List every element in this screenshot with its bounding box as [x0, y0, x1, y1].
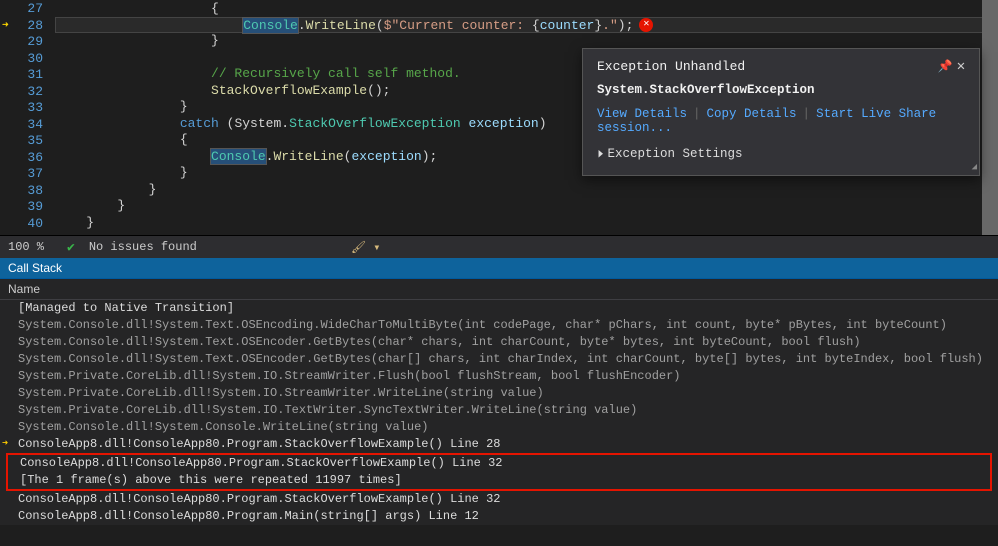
callstack-row[interactable]: ConsoleApp8.dll!ConsoleApp80.Program.Sta…: [8, 455, 990, 472]
exception-settings-toggle[interactable]: ▶Exception Settings: [597, 145, 965, 161]
callstack-column-header[interactable]: Name: [0, 279, 998, 300]
resize-grip-icon[interactable]: ◢: [972, 162, 975, 172]
callstack-row[interactable]: ➜ConsoleApp8.dll!ConsoleApp80.Program.St…: [0, 436, 998, 453]
callstack-row[interactable]: [Managed to Native Transition]: [0, 300, 998, 317]
callstack-row[interactable]: System.Console.dll!System.Text.OSEncodin…: [0, 317, 998, 334]
view-details-link[interactable]: View Details: [597, 107, 687, 121]
code-line[interactable]: {: [55, 1, 998, 18]
code-line[interactable]: }: [55, 215, 998, 232]
exception-popup: Exception Unhandled 📌 ✕ System.StackOver…: [582, 48, 980, 176]
code-line[interactable]: Console.WriteLine($"Current counter: {co…: [55, 17, 998, 34]
editor-scrollbar[interactable]: [982, 0, 998, 235]
error-icon[interactable]: ✕: [639, 18, 653, 32]
callstack-row[interactable]: System.Console.dll!System.Text.OSEncoder…: [0, 351, 998, 368]
callstack-row[interactable]: [The 1 frame(s) above this were repeated…: [8, 472, 990, 489]
close-icon[interactable]: ✕: [953, 58, 969, 75]
exception-type: System.StackOverflowException: [597, 83, 965, 97]
callstack-row[interactable]: System.Private.CoreLib.dll!System.IO.Str…: [0, 385, 998, 402]
callstack-row[interactable]: ConsoleApp8.dll!ConsoleApp80.Program.Mai…: [0, 508, 998, 525]
issues-text: No issues found: [89, 240, 197, 254]
callstack-title[interactable]: Call Stack: [0, 258, 998, 279]
current-frame-arrow-icon: ➜: [2, 436, 8, 453]
callstack-list[interactable]: [Managed to Native Transition]System.Con…: [0, 300, 998, 525]
callstack-row[interactable]: System.Private.CoreLib.dll!System.IO.Tex…: [0, 402, 998, 419]
callstack-row[interactable]: ConsoleApp8.dll!ConsoleApp80.Program.Sta…: [0, 491, 998, 508]
status-bar: 100 % ✔ No issues found 🖌 ▾: [0, 235, 998, 258]
popup-links: View Details|Copy Details|Start Live Sha…: [597, 107, 965, 135]
code-line[interactable]: }: [55, 182, 998, 199]
current-line-arrow-icon: ➜: [2, 18, 9, 32]
callstack-row[interactable]: System.Private.CoreLib.dll!System.IO.Str…: [0, 368, 998, 385]
zoom-level[interactable]: 100 %: [8, 240, 53, 254]
callstack-row[interactable]: System.Console.dll!System.Console.WriteL…: [0, 419, 998, 436]
line-gutter: 2728293031323334353637383940: [0, 0, 55, 235]
pin-icon[interactable]: 📌: [937, 59, 953, 74]
code-line[interactable]: }: [55, 198, 998, 215]
copy-details-link[interactable]: Copy Details: [707, 107, 797, 121]
brush-icon[interactable]: 🖌 ▾: [351, 240, 381, 255]
check-icon: ✔: [67, 240, 75, 255]
callstack-row[interactable]: System.Console.dll!System.Text.OSEncoder…: [0, 334, 998, 351]
repeated-frames-box: ConsoleApp8.dll!ConsoleApp80.Program.Sta…: [6, 453, 992, 491]
popup-title: Exception Unhandled: [597, 59, 937, 74]
